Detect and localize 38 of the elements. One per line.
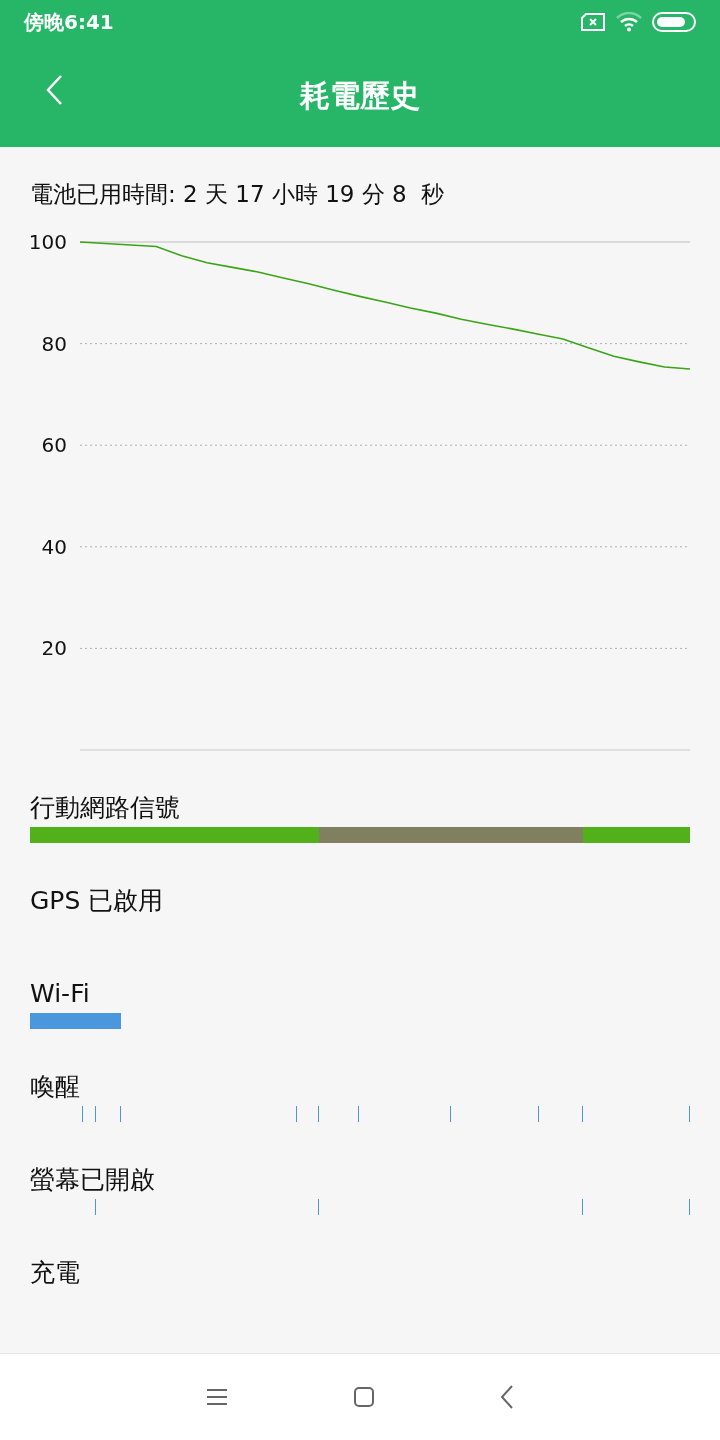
row-label: 行動網路信號 (30, 793, 180, 823)
event-tick (689, 1106, 690, 1122)
event-tick (450, 1106, 452, 1122)
event-tick (689, 1199, 690, 1215)
status-time: 傍晚6:41 (24, 9, 114, 36)
event-tick (318, 1106, 320, 1122)
row-label: 喚醒 (30, 1072, 80, 1102)
y-tick-label: 60 (41, 433, 67, 458)
page-title: 耗電歷史 (300, 77, 420, 115)
event-tick (582, 1199, 584, 1215)
back-icon (500, 1385, 514, 1409)
event-tick (95, 1199, 96, 1215)
event-tick (582, 1106, 584, 1122)
row-label: 螢幕已開啟 (30, 1165, 155, 1195)
home-button[interactable] (353, 1386, 375, 1408)
back-icon (44, 74, 64, 106)
event-tick (296, 1106, 298, 1122)
back-nav-button[interactable] (500, 1385, 514, 1409)
event-tick (537, 1106, 539, 1122)
y-tick-label: 40 (41, 534, 67, 559)
home-icon (353, 1386, 375, 1408)
menu-button[interactable] (206, 1388, 228, 1406)
menu-icon (206, 1388, 228, 1406)
y-tick-label: 80 (41, 331, 67, 356)
battery-icon (652, 12, 696, 32)
event-tick (120, 1106, 122, 1122)
row-label: 充電 (30, 1258, 80, 1288)
event-tick (357, 1106, 359, 1122)
event-tick (95, 1106, 96, 1122)
battery-uptime: 電池已用時間: 2 天 17 小時 19 分 8 秒 (29, 180, 446, 209)
y-tick-label: 100 (28, 230, 67, 254)
row-label: Wi-Fi (30, 979, 90, 1009)
no-sim-icon (580, 12, 606, 32)
wifi-icon (616, 12, 642, 32)
row-label: GPS 已啟用 (30, 886, 164, 916)
event-tick (81, 1106, 83, 1122)
event-tick (318, 1199, 320, 1215)
y-tick-label: 20 (41, 636, 67, 661)
